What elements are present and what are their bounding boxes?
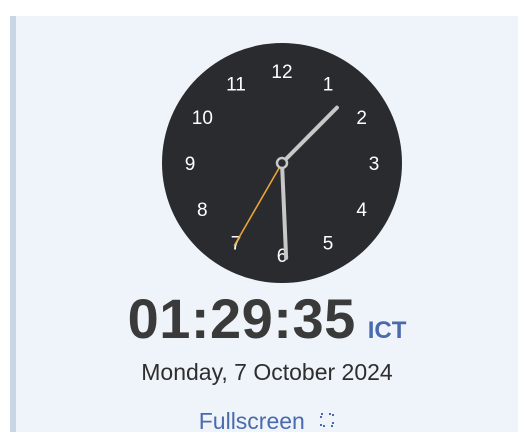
date-label: Monday, 7 October 2024 <box>141 359 393 385</box>
clock-numeral: 5 <box>323 234 334 255</box>
timezone-label: ICT <box>367 317 407 344</box>
clock-center-pin <box>275 156 289 170</box>
clock-numeral: 12 <box>271 62 292 83</box>
analog-clock: 121234567891011 <box>162 43 402 283</box>
fullscreen-label: Fullscreen <box>198 408 305 434</box>
digital-time-value: 01:29:35 <box>127 287 356 350</box>
clock-numeral: 8 <box>197 200 208 221</box>
clock-numeral: 10 <box>192 108 213 129</box>
clock-numeral: 2 <box>356 108 367 129</box>
fullscreen-button[interactable]: Fullscreen <box>16 408 518 435</box>
clock-numeral: 11 <box>226 74 246 95</box>
analog-clock-face: 121234567891011 <box>162 43 402 283</box>
clock-numeral: 9 <box>185 154 196 175</box>
clock-numeral: 3 <box>369 154 380 175</box>
clock-panel: 121234567891011 01:29:35ICT Monday, 7 Oc… <box>10 16 518 435</box>
clock-numeral: 1 <box>323 74 334 95</box>
digital-time: 01:29:35 ICT <box>16 286 518 351</box>
fullscreen-icon <box>319 407 335 434</box>
clock-numeral: 4 <box>356 200 367 221</box>
